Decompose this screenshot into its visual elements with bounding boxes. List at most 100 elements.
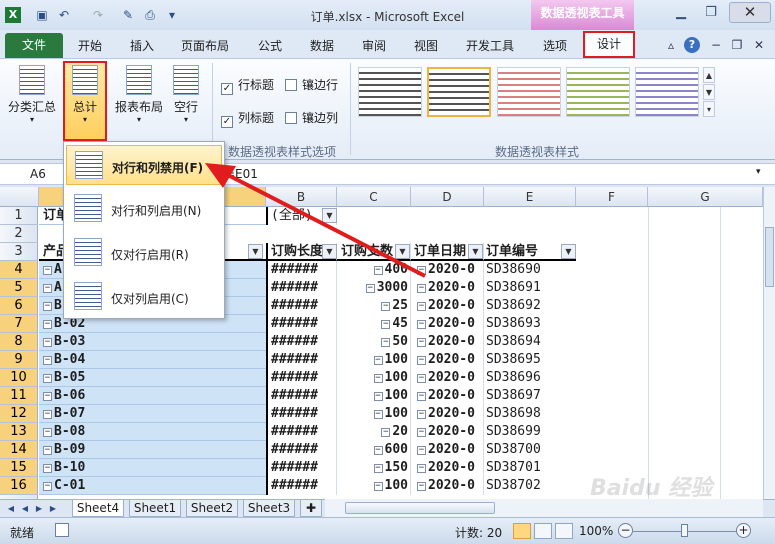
vertical-scrollbar[interactable]: [763, 187, 775, 499]
banded-columns-checkbox[interactable]: 镶边列: [285, 109, 338, 126]
order-number-cell[interactable]: SD38693: [484, 315, 576, 333]
first-sheet-icon[interactable]: ◀: [5, 502, 17, 515]
tab-review[interactable]: 审阅: [354, 35, 394, 58]
last-sheet-icon[interactable]: ▶: [47, 502, 59, 515]
collapse-icon[interactable]: −: [365, 284, 375, 293]
order-date-cell[interactable]: −2020-0: [411, 477, 484, 495]
collapse-icon[interactable]: −: [417, 374, 426, 383]
product-cell[interactable]: − C-01: [39, 477, 266, 495]
select-all-corner[interactable]: [0, 187, 39, 207]
order-length-cell[interactable]: ######: [266, 387, 337, 405]
column-header-f[interactable]: F: [576, 187, 648, 207]
order-qty-cell[interactable]: −400: [337, 261, 411, 279]
collapse-icon[interactable]: −: [43, 482, 52, 491]
order-length-cell[interactable]: ######: [266, 441, 337, 459]
tab-home[interactable]: 开始: [70, 35, 110, 58]
collapse-icon[interactable]: −: [417, 428, 426, 437]
zoom-in-icon[interactable]: +: [736, 523, 751, 538]
product-cell[interactable]: − B-07: [39, 405, 266, 423]
row-header[interactable]: 5: [0, 279, 38, 297]
order-qty-cell[interactable]: −20: [337, 423, 411, 441]
collapse-icon[interactable]: −: [373, 392, 383, 401]
collapse-icon[interactable]: −: [43, 392, 52, 401]
collapse-icon[interactable]: −: [417, 392, 426, 401]
order-qty-cell[interactable]: −150: [337, 459, 411, 477]
product-cell[interactable]: − B-06: [39, 387, 266, 405]
order-length-cell[interactable]: ######: [266, 405, 337, 423]
row-header[interactable]: 1: [0, 207, 38, 225]
collapse-icon[interactable]: −: [381, 338, 391, 347]
order-qty-cell[interactable]: −25: [337, 297, 411, 315]
row-header[interactable]: 7: [0, 315, 38, 333]
collapse-icon[interactable]: −: [43, 464, 52, 473]
order-number-cell[interactable]: SD38702: [484, 477, 576, 495]
column-header-b[interactable]: B: [266, 187, 337, 207]
collapse-icon[interactable]: −: [417, 320, 426, 329]
collapse-icon[interactable]: −: [43, 284, 52, 293]
order-number-cell[interactable]: SD38691: [484, 279, 576, 297]
order-qty-cell[interactable]: −100: [337, 405, 411, 423]
banded-rows-checkbox[interactable]: 镶边行: [285, 76, 338, 93]
order-qty-cell[interactable]: −45: [337, 315, 411, 333]
order-number-cell[interactable]: SD38700: [484, 441, 576, 459]
tab-design[interactable]: 设计: [583, 31, 635, 58]
collapse-icon[interactable]: −: [43, 302, 52, 311]
menu-item-on-for-columns-only[interactable]: 仅对列启用(C): [66, 277, 222, 317]
restore-icon[interactable]: ❐: [698, 4, 724, 22]
pivot-style-thumbnail-selected[interactable]: [427, 67, 491, 117]
row-header[interactable]: 2: [0, 225, 38, 243]
order-length-cell[interactable]: ######: [266, 459, 337, 477]
collapse-icon[interactable]: −: [43, 356, 52, 365]
minimize-ribbon-icon[interactable]: ▵: [663, 37, 679, 53]
doc-restore-icon[interactable]: ❐: [729, 37, 745, 53]
row-header[interactable]: 8: [0, 333, 38, 351]
order-number-cell[interactable]: SD38698: [484, 405, 576, 423]
order-qty-cell[interactable]: −3000: [337, 279, 411, 297]
collapse-icon[interactable]: −: [417, 302, 426, 311]
collapse-icon[interactable]: −: [373, 446, 383, 455]
order-length-cell[interactable]: ######: [266, 315, 337, 333]
collapse-icon[interactable]: −: [373, 410, 383, 419]
order-date-cell[interactable]: −2020-0: [411, 459, 484, 477]
pivot-style-thumbnail[interactable]: [566, 67, 630, 117]
column-header-g[interactable]: G: [648, 187, 763, 207]
pivot-style-thumbnail[interactable]: [497, 67, 561, 117]
collapse-icon[interactable]: −: [373, 464, 383, 473]
gallery-scroll-up-icon[interactable]: ▲: [703, 67, 715, 83]
row-header[interactable]: 11: [0, 387, 38, 405]
row-header[interactable]: 3: [0, 243, 38, 261]
order-length-cell[interactable]: ######: [266, 477, 337, 495]
zoom-slider-thumb[interactable]: [681, 524, 688, 537]
expand-formula-icon[interactable]: ▾: [756, 167, 761, 177]
order-date-cell[interactable]: −2020-0: [411, 315, 484, 333]
sheet-tab-sheet4[interactable]: Sheet4: [72, 500, 124, 517]
collapse-icon[interactable]: −: [373, 374, 383, 383]
tab-data[interactable]: 数据: [302, 35, 342, 58]
normal-view-icon[interactable]: [513, 523, 531, 539]
order-length-cell[interactable]: ######: [266, 423, 337, 441]
column-header-d[interactable]: D: [411, 187, 484, 207]
prev-sheet-icon[interactable]: ◀: [19, 502, 31, 515]
order-number-cell[interactable]: SD38697: [484, 387, 576, 405]
collapse-icon[interactable]: −: [43, 428, 52, 437]
order-number-cell[interactable]: SD38690: [484, 261, 576, 279]
collapse-icon[interactable]: −: [417, 410, 426, 419]
order-date-cell[interactable]: −2020-0: [411, 297, 484, 315]
tab-file[interactable]: 文件: [5, 33, 63, 58]
row-header[interactable]: 13: [0, 423, 38, 441]
collapse-icon[interactable]: −: [43, 338, 52, 347]
order-qty-cell[interactable]: −100: [337, 351, 411, 369]
gallery-more-icon[interactable]: ▾: [703, 101, 715, 117]
order-date-cell[interactable]: −2020-0: [411, 405, 484, 423]
order-qty-cell[interactable]: −100: [337, 369, 411, 387]
subtotals-button[interactable]: 分类汇总 ▾: [6, 63, 58, 124]
order-length-cell[interactable]: ######: [266, 297, 337, 315]
row-header[interactable]: 14: [0, 441, 38, 459]
collapse-icon[interactable]: −: [381, 428, 391, 437]
collapse-icon[interactable]: −: [373, 266, 383, 275]
collapse-icon[interactable]: −: [373, 482, 383, 491]
menu-item-on-for-rows-only[interactable]: 仅对行启用(R): [66, 233, 222, 273]
close-icon[interactable]: ✕: [729, 2, 771, 23]
tab-page-layout[interactable]: 页面布局: [175, 35, 235, 58]
scroll-thumb[interactable]: [345, 502, 495, 514]
